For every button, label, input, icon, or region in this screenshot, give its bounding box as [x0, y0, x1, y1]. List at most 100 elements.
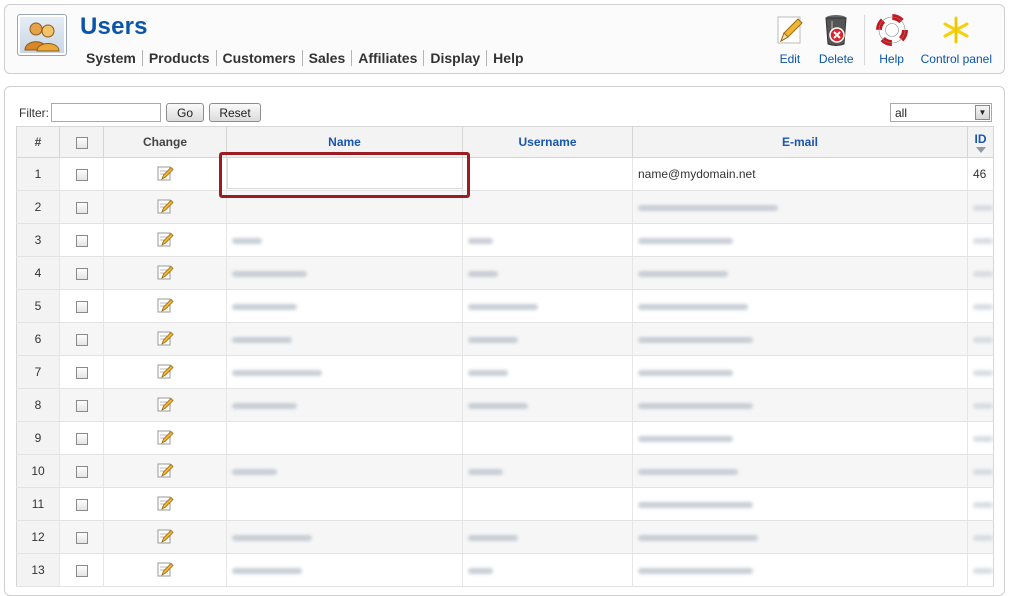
row-email-cell: [632, 553, 968, 587]
row-id-cell: [967, 487, 994, 521]
edit-button[interactable]: Edit: [767, 13, 813, 69]
nav-affiliates[interactable]: Affiliates: [351, 50, 423, 66]
row-change-cell: [103, 190, 227, 224]
row-checkbox[interactable]: [75, 300, 88, 313]
redacted-email: [638, 369, 733, 376]
delete-button[interactable]: Delete: [813, 13, 860, 69]
redacted-id: [973, 468, 993, 475]
edit-row-icon[interactable]: [156, 395, 174, 416]
row-name-cell: [226, 520, 463, 554]
table-row[interactable]: 1 name@mydomain.net 46: [16, 157, 994, 191]
nav-products[interactable]: Products: [141, 50, 216, 66]
table-row[interactable]: 8: [16, 388, 994, 422]
filter-bar: Filter: Go Reset: [19, 103, 261, 122]
column-id-header[interactable]: ID: [967, 126, 994, 158]
edit-row-icon[interactable]: [156, 263, 174, 284]
row-checkbox[interactable]: [75, 531, 88, 544]
edit-row-icon[interactable]: [156, 197, 174, 218]
redacted-name: [232, 369, 322, 376]
row-checkbox[interactable]: [75, 366, 88, 379]
page-size-select[interactable]: all ▼: [890, 103, 992, 122]
table-body: 1 name@mydomain.net 46 2 3 4 5 6 7 8 9 10 11 12 13: [16, 157, 994, 587]
table-row[interactable]: 4: [16, 256, 994, 290]
redacted-id: [973, 402, 993, 409]
redacted-name: [232, 402, 297, 409]
edit-row-icon[interactable]: [156, 362, 174, 383]
row-checkbox[interactable]: [75, 201, 88, 214]
edit-row-icon[interactable]: [156, 560, 174, 581]
filter-input[interactable]: [51, 103, 161, 122]
column-username-header[interactable]: Username: [462, 126, 633, 158]
row-checkbox[interactable]: [75, 399, 88, 412]
table-row[interactable]: 13: [16, 553, 994, 587]
redacted-name: [232, 303, 297, 310]
redacted-name: [232, 534, 312, 541]
row-username-cell: [462, 256, 633, 290]
help-button[interactable]: Help: [869, 13, 915, 69]
header-panel: Users System Products Customers Sales Af…: [4, 4, 1005, 74]
redacted-email: [638, 204, 778, 211]
row-select-cell: [59, 388, 104, 422]
row-email-cell: [632, 322, 968, 356]
row-checkbox[interactable]: [75, 498, 88, 511]
row-username-cell: [462, 322, 633, 356]
table-row[interactable]: 10: [16, 454, 994, 488]
row-username-cell: [462, 157, 633, 191]
nav-sales[interactable]: Sales: [301, 50, 352, 66]
table-row[interactable]: 3: [16, 223, 994, 257]
control-panel-button[interactable]: Control panel: [915, 13, 998, 69]
table-row[interactable]: 9: [16, 421, 994, 455]
row-id-cell: [967, 256, 994, 290]
redacted-id: [973, 369, 993, 376]
column-name-header[interactable]: Name: [226, 126, 463, 158]
row-email-text: name@mydomain.net: [638, 167, 756, 181]
column-email-header[interactable]: E-mail: [632, 126, 968, 158]
row-username-cell: [462, 223, 633, 257]
row-checkbox[interactable]: [75, 465, 88, 478]
row-checkbox[interactable]: [75, 333, 88, 346]
table-row[interactable]: 11: [16, 487, 994, 521]
redacted-email: [638, 237, 733, 244]
reset-button[interactable]: Reset: [209, 103, 261, 122]
chevron-down-icon[interactable]: ▼: [975, 105, 990, 120]
row-checkbox[interactable]: [75, 267, 88, 280]
edit-row-icon[interactable]: [156, 527, 174, 548]
table-row[interactable]: 5: [16, 289, 994, 323]
redacted-name: [232, 567, 302, 574]
table-row[interactable]: 6: [16, 322, 994, 356]
row-checkbox[interactable]: [75, 234, 88, 247]
row-id-text: 46: [973, 167, 987, 181]
row-id-cell: 46: [967, 157, 994, 191]
redacted-email: [638, 567, 753, 574]
edit-row-icon[interactable]: [156, 164, 174, 185]
select-all-checkbox[interactable]: [75, 136, 88, 149]
row-change-cell: [103, 223, 227, 257]
row-change-cell: [103, 322, 227, 356]
table-row[interactable]: 12: [16, 520, 994, 554]
edit-row-icon[interactable]: [156, 494, 174, 515]
table-row[interactable]: 7: [16, 355, 994, 389]
edit-row-icon[interactable]: [156, 296, 174, 317]
edit-row-icon[interactable]: [156, 428, 174, 449]
row-checkbox[interactable]: [75, 168, 88, 181]
row-checkbox[interactable]: [75, 432, 88, 445]
column-id-label: ID: [974, 131, 987, 146]
nav-help[interactable]: Help: [486, 50, 529, 66]
row-change-cell: [103, 421, 227, 455]
redacted-username: [468, 336, 518, 343]
edit-row-icon[interactable]: [156, 461, 174, 482]
nav-system[interactable]: System: [82, 50, 142, 66]
toolbar-separator: [863, 15, 865, 65]
go-button[interactable]: Go: [166, 103, 204, 122]
nav-customers[interactable]: Customers: [215, 50, 302, 66]
edit-row-icon[interactable]: [156, 230, 174, 251]
table-row[interactable]: 2: [16, 190, 994, 224]
redacted-username: [468, 534, 518, 541]
redacted-email: [638, 336, 753, 343]
name-edit-field[interactable]: [227, 157, 463, 189]
nav-display[interactable]: Display: [423, 50, 486, 66]
row-email-cell: [632, 487, 968, 521]
row-checkbox[interactable]: [75, 564, 88, 577]
redacted-id: [973, 303, 993, 310]
edit-row-icon[interactable]: [156, 329, 174, 350]
